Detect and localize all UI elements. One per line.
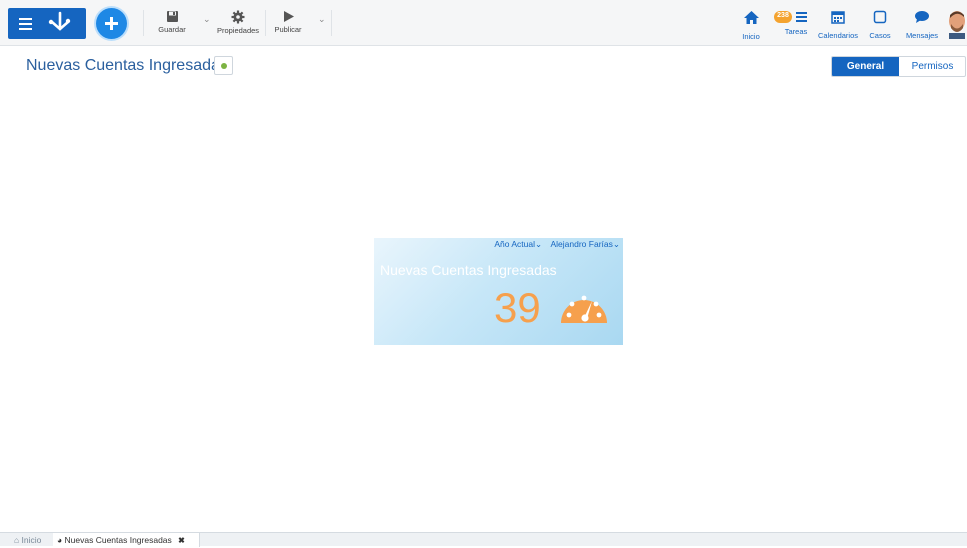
properties-label: Propiedades xyxy=(216,26,260,35)
user-filter-label: Alejandro Farías xyxy=(550,239,613,249)
tasks-count-badge: 238 xyxy=(774,11,792,23)
messages-label: Mensajes xyxy=(905,31,939,40)
home-icon xyxy=(743,11,759,24)
save-icon xyxy=(166,11,178,22)
chevron-down-icon[interactable]: ⌄ xyxy=(318,14,326,25)
calendar-icon xyxy=(831,11,845,24)
tab-general[interactable]: General xyxy=(832,57,899,76)
save-label: Guardar xyxy=(158,25,186,34)
calendars-label: Calendarios xyxy=(817,31,859,40)
kpi-value: 39 xyxy=(494,284,541,331)
period-filter-dropdown[interactable]: Año Actual⌄ xyxy=(491,239,542,249)
view-tabs: General Permisos xyxy=(831,56,966,77)
add-button[interactable] xyxy=(96,8,127,39)
tab-permissions[interactable]: Permisos xyxy=(899,57,965,76)
kpi-widget: Año Actual⌄ Alejandro Farías⌄ Nuevas Cue… xyxy=(374,238,623,345)
toolbar-divider xyxy=(265,10,266,36)
widget-filters: Año Actual⌄ Alejandro Farías⌄ xyxy=(488,239,620,250)
bottom-tab-home[interactable]: ⌂ Inicio xyxy=(10,533,45,547)
user-avatar[interactable] xyxy=(946,9,967,39)
publish-label: Publicar xyxy=(274,25,302,34)
status-dot-icon xyxy=(221,63,227,69)
bottom-tab-current[interactable]: ◕ Nuevas Cuentas Ingresadas ✖ xyxy=(53,533,200,547)
chat-bubble-icon xyxy=(915,11,929,23)
bottom-tab-current-label: Nuevas Cuentas Ingresadas xyxy=(64,535,172,545)
period-filter-label: Año Actual xyxy=(494,239,535,249)
app-brand xyxy=(8,8,86,39)
nav-tasks[interactable]: 238 Tareas xyxy=(774,10,810,40)
user-filter-dropdown[interactable]: Alejandro Farías⌄ xyxy=(548,239,621,249)
publish-button[interactable]: Publicar xyxy=(270,10,306,38)
status-button[interactable] xyxy=(214,56,233,75)
menu-icon[interactable] xyxy=(17,14,37,34)
page-title: Nuevas Cuentas Ingresadas xyxy=(26,57,228,74)
toolbar-divider xyxy=(143,10,144,36)
nav-home[interactable]: Inicio xyxy=(738,10,764,41)
gauge-icon xyxy=(561,295,607,323)
close-icon[interactable]: ✖ xyxy=(178,536,185,545)
tasks-label: Tareas xyxy=(784,27,808,36)
properties-button[interactable]: Propiedades xyxy=(214,10,262,38)
home-icon: ⌂ xyxy=(14,535,20,545)
widget-title: Nuevas Cuentas Ingresadas xyxy=(380,262,557,278)
dashboard-icon: ◕ xyxy=(57,535,63,545)
nav-cases[interactable]: Casos xyxy=(866,10,894,40)
case-icon xyxy=(873,10,887,24)
toolbar-divider xyxy=(331,10,332,36)
chevron-down-icon[interactable]: ⌄ xyxy=(203,14,211,25)
nav-calendars[interactable]: Calendarios xyxy=(816,10,860,40)
home-label: Inicio xyxy=(742,32,760,41)
cases-label: Casos xyxy=(869,31,891,40)
bottom-tab-bar: ⌂ Inicio ◕ Nuevas Cuentas Ingresadas ✖ xyxy=(0,532,967,547)
logo-icon[interactable] xyxy=(46,11,72,35)
top-toolbar: Guardar ⌄ Propiedades Publicar ⌄ Inicio … xyxy=(0,0,967,46)
nav-messages[interactable]: Mensajes xyxy=(902,10,942,40)
play-icon xyxy=(283,11,294,22)
save-button[interactable]: Guardar xyxy=(152,10,192,38)
gear-icon xyxy=(231,10,245,24)
bottom-tab-home-label: Inicio xyxy=(21,535,42,545)
